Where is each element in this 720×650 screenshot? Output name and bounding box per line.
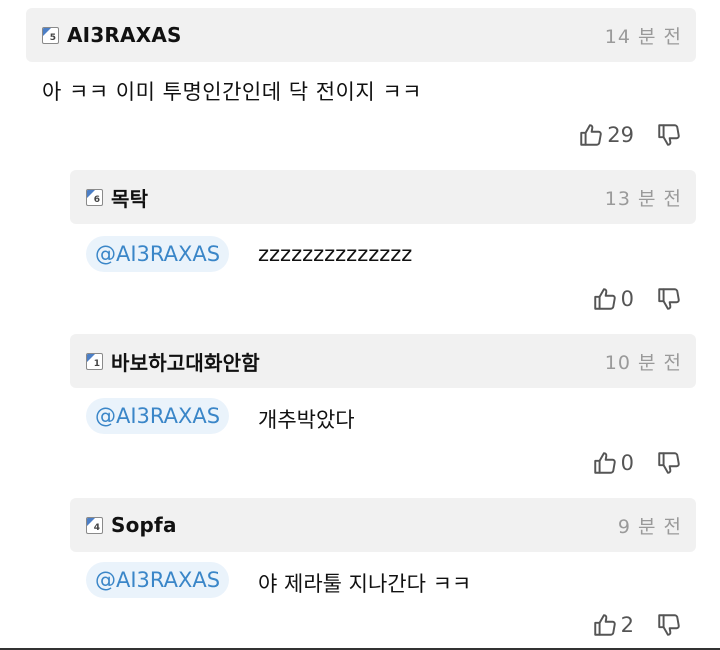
- comment-text: 아 ㅋㅋ 이미 투명인간인데 닥 전이지 ㅋㅋ: [42, 80, 422, 104]
- thumbs-down-icon: [658, 124, 680, 146]
- level-badge-icon: 6: [86, 188, 103, 206]
- thumbs-up-icon: [593, 614, 616, 636]
- comment: 5 AI3RAXAS 14 분 전 아 ㅋㅋ 이미 투명인간인데 닥 전이지 ㅋ…: [0, 0, 720, 160]
- dislike-button[interactable]: [656, 612, 682, 638]
- reply-text: zzzzzzzzzzzzzz: [258, 242, 413, 266]
- like-count: 2: [620, 613, 634, 637]
- timestamp: 14 분 전: [604, 25, 682, 48]
- vote-actions: 0: [592, 286, 682, 312]
- reply: 4 Sopfa 9 분 전 @AI3RAXAS 야 제라툴 지나간다 ㅋㅋ 2: [0, 488, 720, 650]
- thumbs-up-icon: [580, 124, 602, 146]
- dislike-button[interactable]: [656, 122, 682, 148]
- timestamp: 13 분 전: [604, 187, 682, 210]
- vote-actions: 2: [592, 612, 682, 638]
- like-count: 0: [620, 451, 634, 475]
- reply-header: 1 바보하고대화안함 10 분 전: [70, 334, 696, 388]
- reply: 6 목탁 13 분 전 @AI3RAXAS zzzzzzzzzzzzzz 0: [0, 160, 720, 324]
- level-badge-icon: 4: [86, 516, 103, 534]
- dislike-button[interactable]: [656, 286, 682, 312]
- thumbs-up-icon: [593, 288, 616, 310]
- thumbs-down-icon: [658, 452, 680, 474]
- timestamp: 10 분 전: [604, 351, 682, 374]
- thumbs-down-icon: [658, 288, 680, 310]
- vote-actions: 29: [578, 122, 682, 148]
- reply-text: 개추박았다: [258, 408, 355, 432]
- like-count: 29: [607, 123, 634, 147]
- dislike-button[interactable]: [656, 450, 682, 476]
- level-badge-icon: 5: [42, 26, 59, 44]
- like-button[interactable]: 2: [592, 612, 634, 638]
- mention-tag[interactable]: @AI3RAXAS: [86, 562, 230, 598]
- like-button[interactable]: 0: [592, 286, 634, 312]
- reply-header: 4 Sopfa 9 분 전: [70, 498, 696, 552]
- username[interactable]: AI3RAXAS: [67, 23, 182, 47]
- reply: 1 바보하고대화안함 10 분 전 @AI3RAXAS 개추박았다 0: [0, 324, 720, 488]
- like-button[interactable]: 0: [592, 450, 634, 476]
- reply-text: 야 제라툴 지나간다 ㅋㅋ: [258, 572, 472, 596]
- mention-tag[interactable]: @AI3RAXAS: [86, 236, 230, 272]
- like-count: 0: [620, 287, 634, 311]
- thumbs-down-icon: [658, 614, 680, 636]
- username[interactable]: Sopfa: [111, 513, 177, 537]
- vote-actions: 0: [592, 450, 682, 476]
- comment-header: 5 AI3RAXAS 14 분 전: [26, 8, 696, 62]
- like-button[interactable]: 29: [578, 122, 634, 148]
- timestamp: 9 분 전: [617, 515, 682, 538]
- level-badge-icon: 1: [86, 352, 103, 370]
- reply-header: 6 목탁 13 분 전: [70, 170, 696, 224]
- username[interactable]: 목탁: [111, 183, 148, 212]
- mention-tag[interactable]: @AI3RAXAS: [86, 398, 230, 434]
- username[interactable]: 바보하고대화안함: [111, 347, 260, 376]
- thumbs-up-icon: [593, 452, 616, 474]
